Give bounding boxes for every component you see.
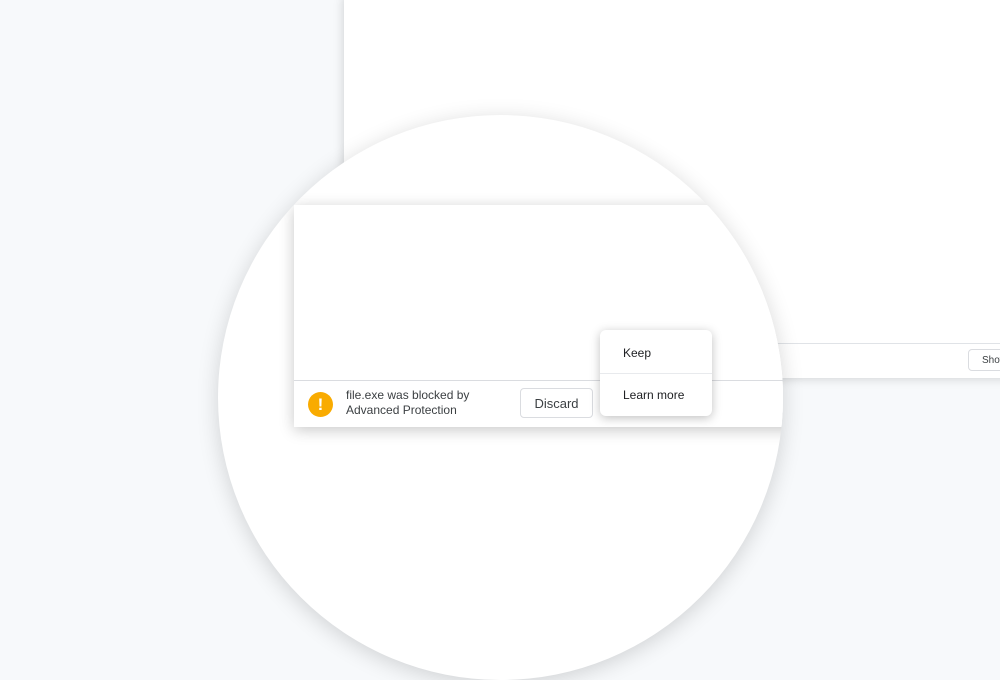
magnifier-lens: ! file.exe was blocked by Advanced Prote… bbox=[218, 115, 783, 680]
discard-button[interactable]: Discard bbox=[520, 388, 593, 418]
blocked-message-line1: file.exe was blocked by bbox=[346, 388, 470, 402]
menu-item-keep[interactable]: Keep bbox=[600, 332, 712, 374]
show-all-button[interactable]: Show bbox=[968, 349, 1000, 371]
blocked-message: file.exe was blocked by Advanced Protect… bbox=[346, 388, 516, 418]
blocked-message-line2: Advanced Protection bbox=[346, 403, 457, 417]
menu-item-learn-more[interactable]: Learn more bbox=[600, 374, 712, 416]
download-context-menu: Keep Learn more bbox=[600, 330, 712, 416]
warning-icon: ! bbox=[308, 392, 333, 417]
